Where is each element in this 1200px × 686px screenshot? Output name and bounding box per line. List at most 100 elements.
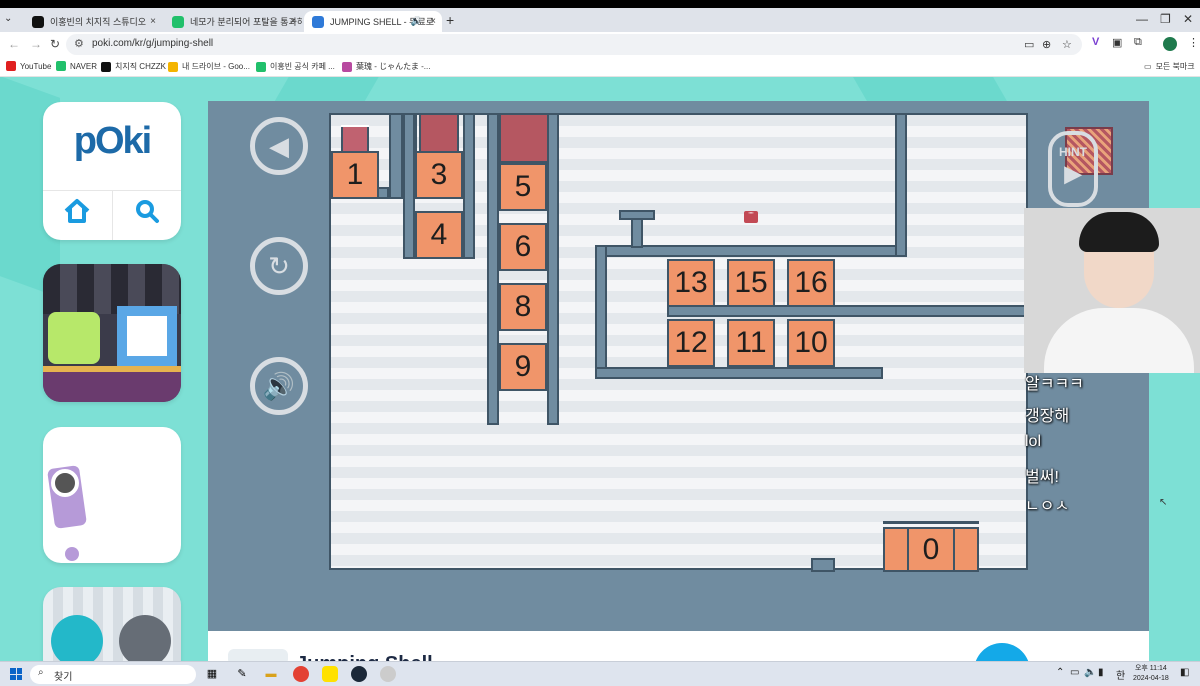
restart-button[interactable]: ↻: [250, 237, 308, 295]
ledge-post: [631, 218, 643, 248]
cast-icon[interactable]: ▭: [1024, 38, 1034, 51]
bookmark-label: 내 드라이브 - Goo...: [182, 62, 250, 71]
game-thumbnail-card[interactable]: [43, 587, 181, 661]
reload-icon[interactable]: ↻: [50, 37, 60, 51]
search-button[interactable]: [117, 196, 177, 226]
game-canvas[interactable]: ◀ ↻ 🔊 "" 1 3 4 5 6 8 9 13 15 16 12 11 10…: [208, 101, 1149, 631]
taskbar-search[interactable]: ⌕ 찾기: [30, 665, 196, 684]
extension-v-icon[interactable]: V: [1092, 36, 1099, 48]
restore-icon[interactable]: ❐: [1160, 12, 1171, 26]
omnibox[interactable]: ⚙ poki.com/kr/g/jumping-shell ▭ ⊕ ☆: [66, 34, 1082, 55]
home-button[interactable]: [47, 196, 107, 226]
app-icon[interactable]: [380, 666, 396, 682]
fullscreen-button[interactable]: [974, 643, 1030, 661]
kakaotalk-icon[interactable]: [322, 666, 338, 682]
home-icon: [64, 199, 90, 223]
site-info-icon[interactable]: ⚙: [74, 37, 84, 50]
game-thumbnail-card[interactable]: [43, 264, 181, 402]
bookmark-label: 치지직 CHZZK: [115, 62, 166, 71]
game-thumbnail-card[interactable]: [43, 427, 181, 563]
tab-chzzk-studio[interactable]: 이홍빈의 치지직 스튜디오 ×: [24, 11, 162, 32]
bookmark-jantama[interactable]: 葉瑰 - じゃんたま -...: [342, 61, 430, 72]
jantama-icon: [342, 61, 352, 72]
task-view-icon[interactable]: ▦: [204, 666, 220, 682]
page-content: pOki ◀ ↻ 🔊 "" 1 3 4 5 6 8 9 13 15 16 12 …: [0, 77, 1200, 661]
bookmark-star-icon[interactable]: ☆: [1062, 38, 1072, 51]
speaker-icon[interactable]: 🔊: [411, 16, 422, 27]
block-15: 15: [727, 259, 775, 307]
robot-head: [51, 469, 79, 497]
holder-cup: [341, 127, 369, 153]
sound-button[interactable]: 🔊: [250, 357, 308, 415]
close-window-icon[interactable]: ✕: [1183, 12, 1193, 26]
floor-notch: [811, 558, 835, 572]
hint-button[interactable]: HINT ▶: [1048, 131, 1098, 207]
tab-cafe-post[interactable]: 네모가 분리되어 포탈을 통과하 ×: [164, 11, 302, 32]
tab-close-icon[interactable]: ×: [290, 16, 296, 27]
block-0-label: 0: [922, 532, 940, 566]
bg-shape: [853, 77, 1007, 101]
bookmark-chzzk[interactable]: 치지직 CHZZK: [101, 61, 166, 72]
battery-icon[interactable]: ▮: [1098, 667, 1104, 678]
block-seam: [907, 529, 909, 570]
wall: [595, 367, 883, 379]
clock[interactable]: 오후 11:14 2024-04-18: [1133, 664, 1169, 684]
chat-message: lol: [1025, 433, 1042, 450]
tray-app-icon[interactable]: ▭: [1070, 667, 1079, 678]
steam-icon[interactable]: [351, 666, 367, 682]
thumbnail-floor: [43, 366, 181, 402]
bookmark-youtube[interactable]: YouTube: [6, 61, 51, 71]
minimize-icon[interactable]: —: [1136, 12, 1148, 26]
ime-icon[interactable]: 한: [1116, 667, 1125, 682]
poki-logo[interactable]: pOki: [43, 120, 181, 163]
new-tab-button[interactable]: +: [446, 12, 454, 28]
video-play-icon: ▶: [1064, 161, 1082, 186]
block-10: 10: [787, 319, 835, 367]
tray-chevron-icon[interactable]: ⌃: [1056, 667, 1064, 678]
all-bookmarks[interactable]: ▭ 모든 북마크: [1144, 61, 1195, 72]
screen-top-border: [0, 0, 1200, 8]
tab-search-chevron-icon[interactable]: ⌄: [4, 13, 12, 24]
extensions-puzzle-icon[interactable]: ⧉: [1134, 36, 1142, 49]
search-icon: ⌕: [38, 667, 44, 678]
cafe-favicon-icon: [172, 15, 184, 28]
tab-title: 이홍빈의 치지직 스튜디오: [50, 17, 147, 27]
back-icon[interactable]: ←: [8, 37, 20, 51]
volume-icon[interactable]: 🔈: [1084, 667, 1096, 678]
extension-image-icon[interactable]: ▣: [1112, 36, 1122, 49]
menu-kebab-icon[interactable]: ⋮: [1188, 36, 1199, 49]
bookmark-cafe[interactable]: 이홍빈 공식 카페 ...: [256, 61, 335, 72]
mouse-cursor-icon: ↖: [1159, 497, 1168, 508]
game-thumb-icon: [228, 649, 288, 661]
restart-icon: ↻: [268, 250, 290, 281]
gray-blob-character: [119, 615, 171, 661]
taskbar: ⌕ 찾기 ▦ ✎ ▬ ⌃ ▭ 🔈 ▮ 한 오후 11:14 2024-04-18…: [0, 661, 1200, 686]
forward-icon[interactable]: →: [30, 37, 42, 51]
back-level-button[interactable]: ◀: [250, 117, 308, 175]
drive-icon: [168, 61, 178, 72]
zoom-icon[interactable]: ⊕: [1042, 38, 1051, 51]
search-icon: [136, 200, 159, 223]
tab-close-icon[interactable]: ×: [430, 16, 436, 27]
windows-start-icon[interactable]: [10, 668, 22, 680]
bookmarks-bar: YouTube NAVER 치지직 CHZZK 내 드라이브 - Goo... …: [0, 57, 1200, 77]
level-area: "" 1 3 4 5 6 8 9 13 15 16 12 11 10 0: [329, 113, 1113, 572]
poki-favicon-icon: [312, 15, 324, 28]
bookmark-label: 葉瑰 - じゃんたま -...: [356, 62, 431, 71]
file-explorer-icon[interactable]: ▬: [263, 666, 279, 682]
streamer-shirt: [1044, 308, 1194, 373]
chat-message: ㄴㅇㅅ: [1025, 498, 1070, 515]
notification-icon[interactable]: ◧: [1180, 667, 1189, 678]
hint-label: HINT: [1059, 145, 1087, 159]
url-text: poki.com/kr/g/jumping-shell: [92, 38, 214, 49]
tab-strip: ⌄ 이홍빈의 치지직 스튜디오 × 네모가 분리되어 포탈을 통과하 × JUM…: [0, 8, 1200, 32]
chrome-icon[interactable]: [293, 666, 309, 682]
block-9: 9: [499, 343, 547, 391]
bookmark-naver[interactable]: NAVER: [56, 61, 97, 71]
bookmark-drive[interactable]: 내 드라이브 - Goo...: [168, 61, 250, 72]
editor-icon[interactable]: ✎: [234, 666, 250, 682]
profile-avatar-icon[interactable]: [1163, 37, 1177, 51]
tab-close-icon[interactable]: ×: [150, 16, 156, 27]
tab-jumping-shell[interactable]: JUMPING SHELL - 무료로 🔊 ×: [304, 11, 442, 32]
naver-icon: [56, 61, 66, 71]
